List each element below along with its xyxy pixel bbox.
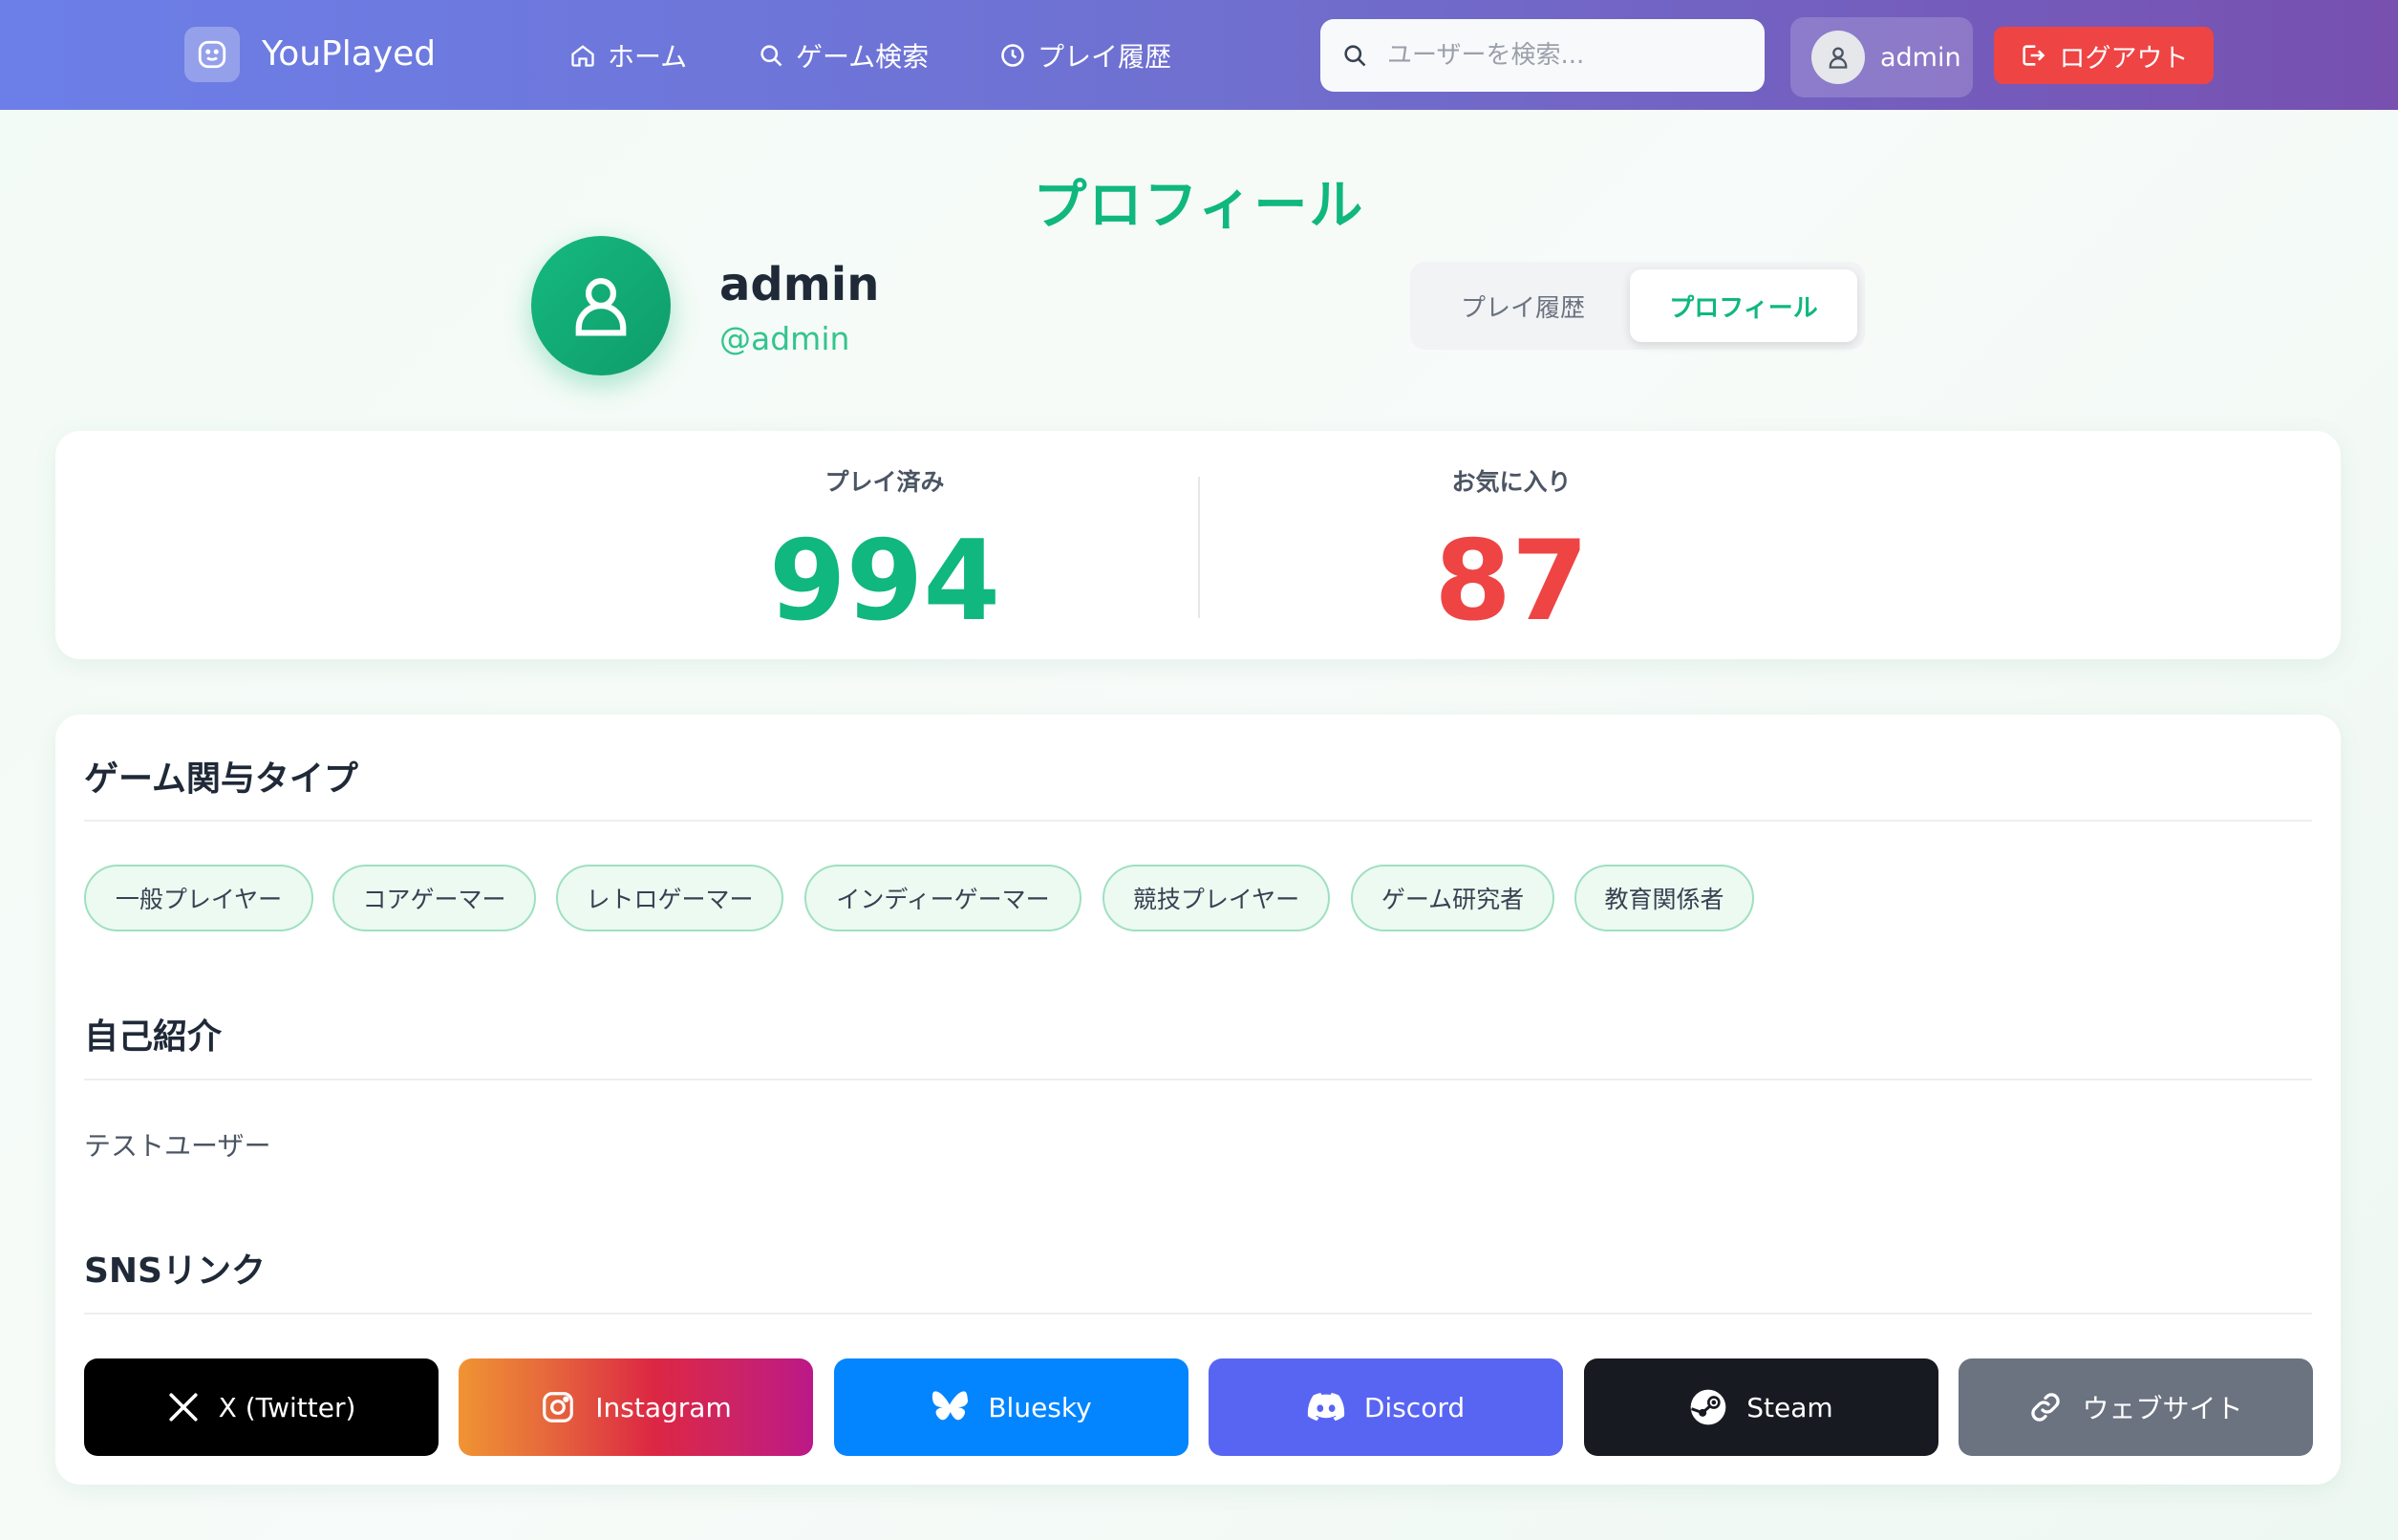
avatar [1811,31,1865,84]
sns-label: Instagram [595,1391,732,1423]
profile-avatar [531,236,671,375]
bio-text: テストユーザー [84,1130,271,1162]
user-search-input[interactable] [1387,41,1750,70]
stats-card: プレイ済み 994 お気に入り 87 [55,431,2341,659]
favorites-count-value: 87 [1434,517,1589,646]
profile-display-name: admin [719,258,880,311]
tab-play-history[interactable]: プレイ履歴 [1418,269,1628,342]
x-icon [169,1393,198,1422]
sns-label: Discord [1363,1391,1466,1423]
engagement-tag: ゲーム研究者 [1351,865,1554,931]
profile-tabs: プレイ履歴 プロフィール [1410,262,1865,350]
nav-game-search[interactable]: ゲーム検索 [758,36,929,75]
engagement-tag: レトロゲーマー [556,865,783,931]
steam-icon [1690,1389,1726,1425]
sns-label: Bluesky [988,1391,1092,1423]
bio-section-title: 自己紹介 [84,1017,223,1057]
sns-label: X (Twitter) [218,1391,356,1423]
sns-section-title: SNSリンク [84,1251,266,1291]
tab-profile[interactable]: プロフィール [1630,269,1857,342]
nav-home-label: ホーム [608,41,688,73]
app-name[interactable]: YouPlayed [262,34,436,74]
sns-link-discord[interactable]: Discord [1209,1358,1563,1456]
search-icon [760,45,782,67]
logout-label: ログアウト [2059,43,2189,74]
home-icon [571,45,594,67]
sns-link-instagram[interactable]: Instagram [459,1358,813,1456]
played-count-value: 994 [768,517,1001,646]
bluesky-icon [932,1391,969,1421]
engagement-section-title: ゲーム関与タイプ [84,759,358,799]
engagement-tag: 競技プレイヤー [1103,865,1330,931]
sns-label: ウェブサイト [2082,1393,2243,1424]
divider [84,1313,2312,1315]
sns-link-website[interactable]: ウェブサイト [1959,1358,2313,1456]
divider [84,1079,2312,1080]
current-user-name: admin [1880,42,1961,73]
profile-handle: @admin [719,320,850,357]
nav-play-history-label: プレイ履歴 [1038,41,1172,73]
logout-icon [2022,45,2045,66]
sns-link-x[interactable]: X (Twitter) [84,1358,439,1456]
favorites-count-label: お気に入り [1451,468,1572,496]
user-search-box[interactable] [1320,19,1765,92]
divider [84,820,2312,822]
engagement-tag: インディーゲーマー [804,865,1081,931]
clock-icon [1001,44,1024,67]
user-icon [1829,47,1848,69]
app-logo-icon[interactable] [184,27,240,82]
engagement-tag: 教育関係者 [1574,865,1754,931]
nav-game-search-label: ゲーム検索 [796,41,930,73]
sns-link-bluesky[interactable]: Bluesky [834,1358,1188,1456]
page-title: プロフィール [1033,175,1365,237]
search-icon [1344,45,1366,67]
user-icon [575,278,627,336]
sns-link-steam[interactable]: Steam [1584,1358,1938,1456]
nav-play-history[interactable]: プレイ履歴 [999,36,1171,75]
instagram-icon [543,1392,574,1422]
profile-info-card: ゲーム関与タイプ 一般プレイヤー コアゲーマー レトロゲーマー インディーゲーマ… [55,715,2341,1485]
engagement-tag: 一般プレイヤー [84,865,313,931]
played-count-label: プレイ済み [824,468,945,496]
engagement-tag: コアゲーマー [332,865,536,931]
user-menu[interactable]: admin [1790,17,1973,97]
nav-home[interactable]: ホーム [569,36,687,75]
link-icon [2031,1393,2061,1422]
discord-icon [1307,1393,1345,1422]
logout-button[interactable]: ログアウト [1994,27,2214,84]
sns-label: Steam [1746,1391,1833,1423]
stats-divider [1198,477,1200,618]
top-navbar: YouPlayed ホーム ゲーム検索 プレイ履歴 admin [0,0,2398,110]
